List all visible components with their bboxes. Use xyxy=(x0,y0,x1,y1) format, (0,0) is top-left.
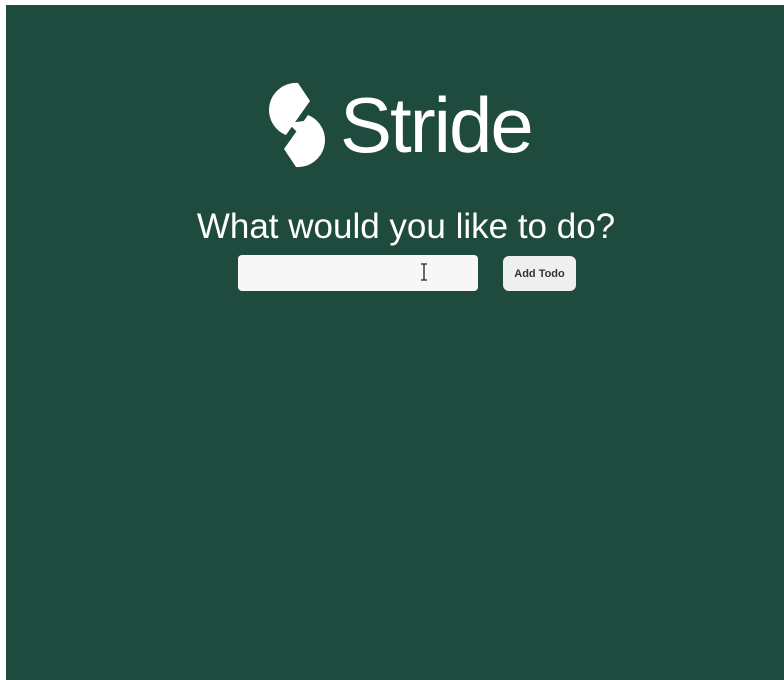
add-todo-button[interactable]: Add Todo xyxy=(503,256,576,291)
app-screen: Stride What would you like to do? Add To… xyxy=(6,5,784,680)
i-beam-cursor-icon xyxy=(421,263,427,281)
page-heading: What would you like to do? xyxy=(196,207,616,246)
brand-name: Stride xyxy=(340,81,534,169)
todo-input[interactable] xyxy=(238,255,478,291)
stride-logo-mark-icon xyxy=(269,82,325,168)
brand-logo: Stride xyxy=(268,77,534,173)
